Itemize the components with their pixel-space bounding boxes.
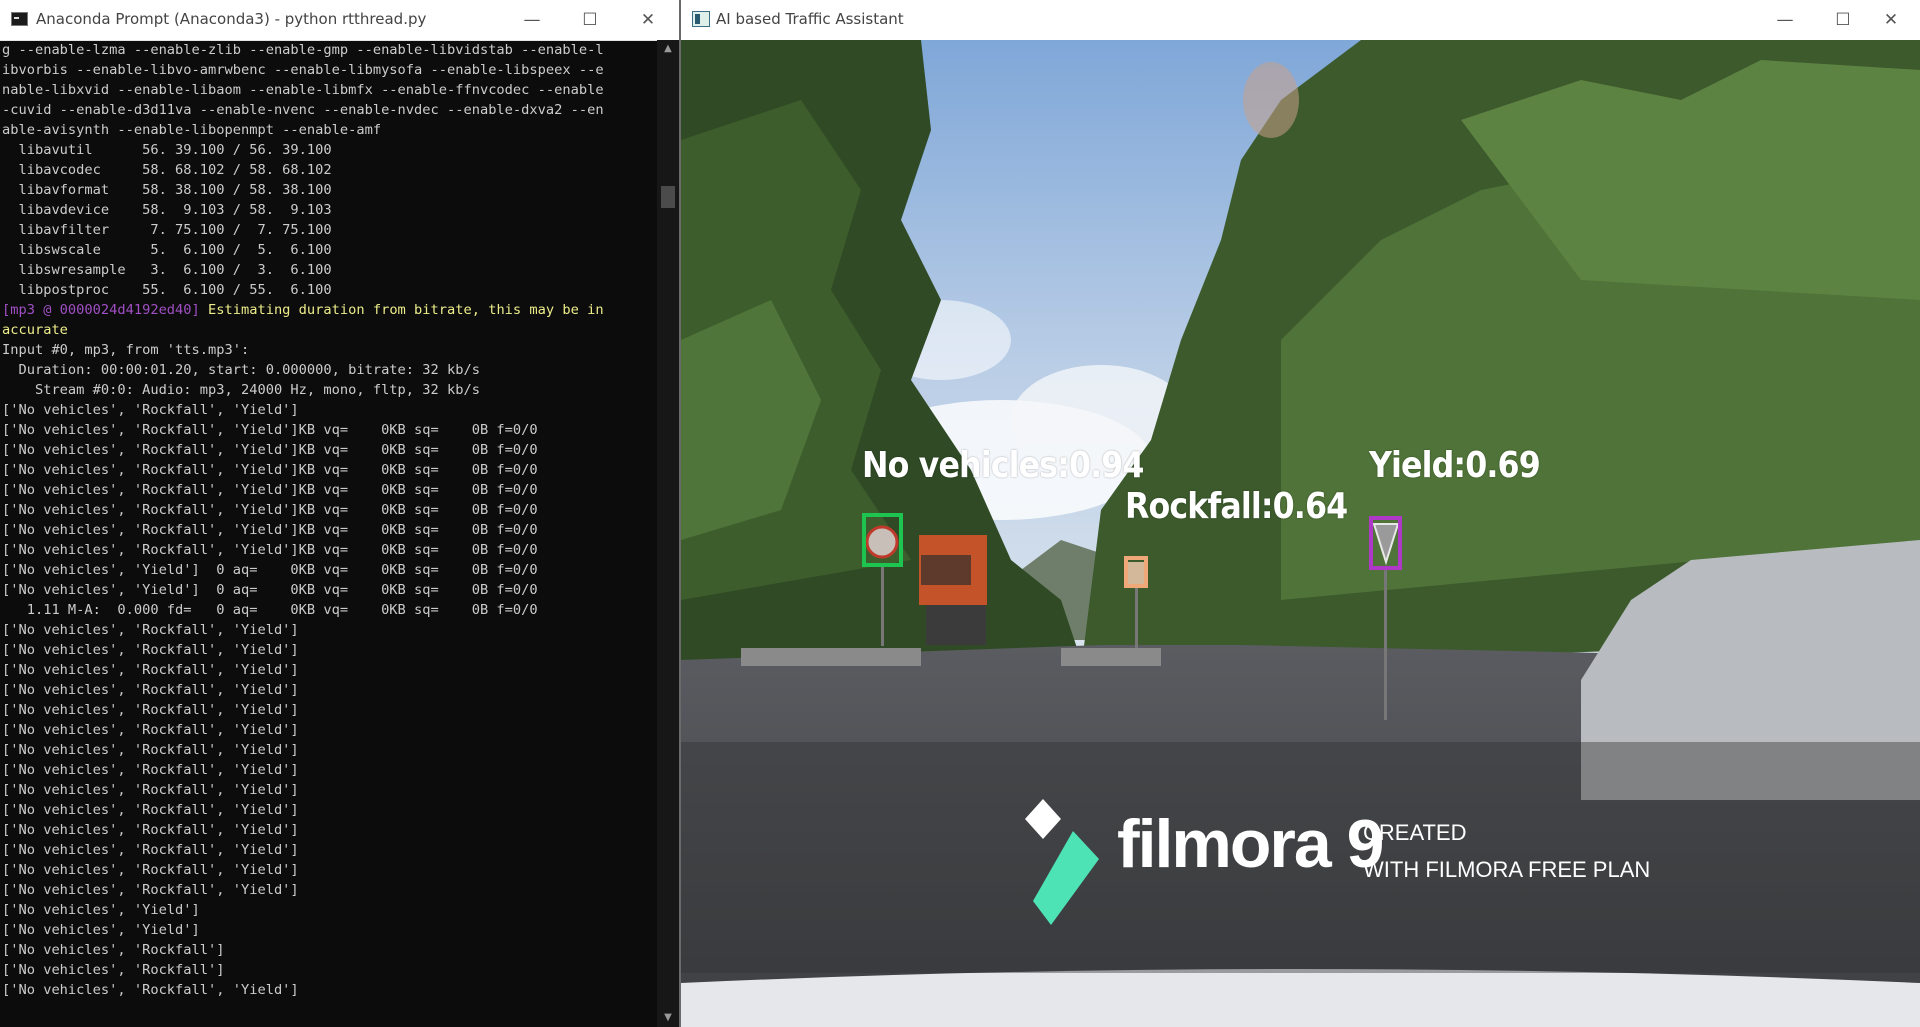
filmora-plan-text: WITH FILMORA FREE PLAN: [1363, 857, 1651, 882]
detection-box-no-vehicles: [862, 513, 903, 567]
video-app-icon: [692, 11, 710, 27]
detection-box-yield: [1369, 516, 1402, 570]
truck-cab-window: [921, 555, 971, 585]
console-close-button[interactable]: ✕: [619, 0, 677, 40]
console-scrollbar[interactable]: ▲ ▼: [657, 40, 679, 1027]
sign-post: [1135, 588, 1138, 648]
car-hood: [681, 969, 1920, 1027]
console-app-icon: [11, 12, 28, 26]
lens-flare: [1243, 62, 1299, 138]
console-maximize-button[interactable]: ☐: [561, 0, 619, 40]
video-minimize-button[interactable]: —: [1756, 0, 1814, 40]
sign-post: [1384, 570, 1387, 720]
video-window-title: AI based Traffic Assistant: [716, 10, 904, 28]
console-minimize-button[interactable]: —: [503, 0, 561, 40]
scroll-up-arrow-icon[interactable]: ▲: [657, 40, 679, 58]
filmora-brand-text: filmora 9: [1117, 806, 1384, 882]
console-lines-before: g --enable-lzma --enable-zlib --enable-g…: [2, 42, 604, 298]
video-window[interactable]: AI based Traffic Assistant — ☐ ✕ No vehi…: [681, 0, 1920, 1027]
video-titlebar[interactable]: AI based Traffic Assistant — ☐ ✕: [681, 0, 1920, 40]
sign-post: [881, 566, 884, 646]
truck-chassis: [926, 605, 986, 645]
filmora-created-text: CREATED: [1363, 820, 1467, 845]
filmora-logo-icon: [1025, 799, 1099, 925]
video-close-button[interactable]: ✕: [1862, 0, 1920, 40]
detection-box-rockfall: [1124, 556, 1148, 588]
console-output[interactable]: g --enable-lzma --enable-zlib --enable-g…: [2, 40, 657, 1027]
console-warning-text: Estimating duration from bitrate, this m…: [199, 302, 604, 318]
scroll-down-arrow-icon[interactable]: ▼: [657, 1009, 679, 1027]
console-window[interactable]: Anaconda Prompt (Anaconda3) - python rtt…: [0, 0, 679, 1027]
video-frame: No vehicles:0.94 Rockfall:0.64 Yield:0.6…: [681, 40, 1920, 1027]
scrollbar-thumb[interactable]: [661, 186, 675, 208]
console-window-title: Anaconda Prompt (Anaconda3) - python rtt…: [36, 10, 427, 28]
detection-label-no-vehicles: No vehicles:0.94: [862, 445, 1144, 486]
filmora-watermark: filmora 9 CREATED WITH FILMORA FREE PLAN: [681, 742, 1920, 973]
console-lines-after: Input #0, mp3, from 'tts.mp3': Duration:…: [2, 342, 538, 998]
console-warning-tag: [mp3 @ 0000024d4192ed40]: [2, 302, 200, 318]
road-barrier: [741, 648, 921, 666]
console-titlebar[interactable]: Anaconda Prompt (Anaconda3) - python rtt…: [0, 0, 679, 41]
detection-label-yield: Yield:0.69: [1369, 445, 1541, 486]
road-barrier: [1061, 648, 1161, 666]
console-warning-text-continued: accurate: [2, 322, 68, 338]
detection-label-rockfall: Rockfall:0.64: [1125, 486, 1348, 527]
